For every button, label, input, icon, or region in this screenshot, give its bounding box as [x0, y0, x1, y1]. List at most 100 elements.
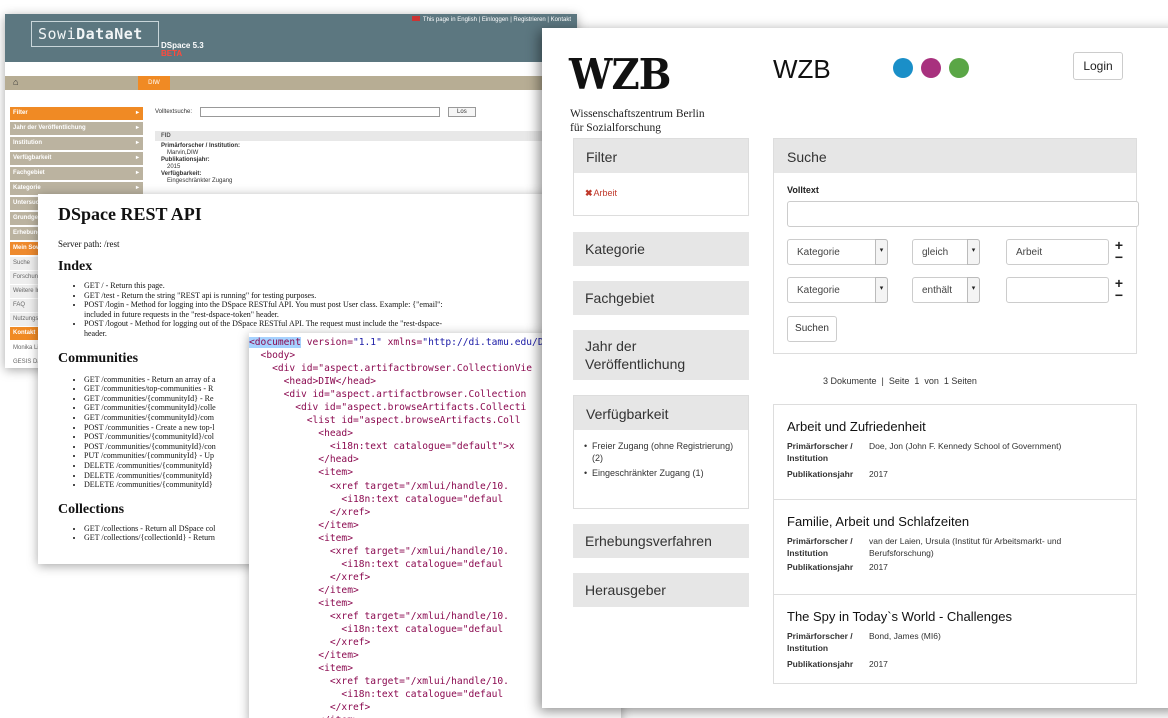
- wzb-logo[interactable]: WZB: [569, 50, 671, 99]
- result-value: 2017: [869, 562, 888, 572]
- remove-filter-icon[interactable]: ✖: [585, 188, 593, 198]
- sowi-beta-label: BETA: [161, 49, 183, 58]
- list-item: GET /test - Return the string "REST api …: [84, 291, 618, 301]
- remove-row-icon[interactable]: −: [1114, 250, 1124, 264]
- facet-herausgeber[interactable]: Herausgeber: [573, 573, 749, 607]
- login-button[interactable]: Login: [1073, 52, 1123, 80]
- rest-server-path: Server path: /rest: [58, 239, 120, 249]
- availability-list: Freier Zugang (ohne Registrierung) (2) E…: [574, 430, 748, 479]
- operator-select[interactable]: gleich ▾: [912, 239, 980, 265]
- sowi-sidebar-item[interactable]: Jahr der Veröffentlichung: [10, 122, 143, 135]
- results-list: Arbeit und Zufriedenheit Primärforscher …: [773, 404, 1137, 684]
- meta-key: Verfügbarkeit:: [161, 171, 202, 177]
- sowi-logo-bold: DataNet: [76, 25, 143, 43]
- result-row: Primärforscher / Institution van der Laie…: [787, 535, 1123, 559]
- result-item[interactable]: Familie, Arbeit und Schlafzeiten Primärf…: [774, 500, 1136, 595]
- value-input[interactable]: [1006, 277, 1109, 303]
- facet-kategorie[interactable]: Kategorie: [573, 232, 749, 266]
- sowi-sidebar-item[interactable]: Fachgebiet: [10, 167, 143, 180]
- fid-header[interactable]: FID: [155, 131, 567, 141]
- sowi-top-links[interactable]: This page in English | Einloggen | Regis…: [411, 16, 571, 23]
- facet-jahr[interactable]: Jahr der Veröffentlichung: [573, 330, 749, 380]
- sowi-nav-bar: ⌂ DIW: [5, 76, 577, 90]
- purple-dot-icon: [921, 58, 941, 78]
- blue-dot-icon: [893, 58, 913, 78]
- result-value: Doe, Jon (John F. Kennedy School of Gove…: [869, 441, 1062, 451]
- availability-option[interactable]: Freier Zugang (ohne Registrierung) (2): [584, 440, 738, 464]
- volltext-input[interactable]: [787, 201, 1139, 227]
- facet-fachgebiet[interactable]: Fachgebiet: [573, 281, 749, 315]
- field-select[interactable]: Kategorie ▾: [787, 277, 888, 303]
- result-item[interactable]: Arbeit und Zufriedenheit Primärforscher …: [774, 405, 1136, 500]
- value-input[interactable]: Arbeit: [1006, 239, 1109, 265]
- volltextsuche-row: Volltextsuche: Los: [155, 107, 567, 117]
- sowi-logo-prefix: Sowi: [38, 25, 77, 43]
- result-item[interactable]: The Spy in Today`s World - Challenges Pr…: [774, 595, 1136, 690]
- volltextsuche-label: Volltextsuche:: [155, 109, 193, 115]
- sowi-sidebar-item[interactable]: Filter: [10, 107, 143, 120]
- volltext-label: Volltext: [787, 185, 819, 195]
- sowi-top-links-text[interactable]: This page in English | Einloggen | Regis…: [423, 17, 571, 23]
- xml-document-tag: <document: [249, 337, 301, 348]
- meta-value: Eingeschränkter Zugang: [167, 178, 233, 184]
- suchen-button[interactable]: Suchen: [787, 316, 837, 342]
- meta-value: Marvin,DIW: [167, 150, 199, 156]
- chevron-down-icon[interactable]: ▾: [967, 239, 980, 265]
- meta-key: Primärforscher / Institution:: [161, 143, 241, 149]
- result-key: Publikationsjahr: [787, 562, 854, 572]
- operator-select-value: gleich: [922, 246, 949, 258]
- sowi-main: Volltextsuche: Los FID Primärforscher / …: [155, 107, 567, 187]
- sowi-logo[interactable]: SowiDataNet: [31, 21, 159, 47]
- result-value: Bond, James (MI6): [869, 631, 941, 641]
- result-row: Primärforscher / Institution Bond, James …: [787, 630, 1123, 654]
- wzb-logo-sub-line: Wissenschaftszentrum Berlin: [570, 108, 705, 120]
- result-title[interactable]: Arbeit und Zufriedenheit: [787, 419, 1123, 434]
- search-heading: Suche: [774, 139, 1136, 173]
- rest-index-heading: Index: [58, 259, 93, 274]
- los-button[interactable]: Los: [448, 107, 476, 117]
- facet-verfuegbarkeit[interactable]: Verfügbarkeit: [574, 396, 748, 430]
- facet-erhebungsverfahren[interactable]: Erhebungsverfahren: [573, 524, 749, 558]
- result-key: Primärforscher / Institution: [787, 631, 853, 653]
- search-panel: Suche Volltext Kategorie ▾ gleich ▾ Arbeit…: [773, 138, 1139, 354]
- xml-attr: xmlns=: [381, 337, 423, 348]
- meta-key: Publikationsjahr:: [161, 157, 210, 163]
- field-select-value: Kategorie: [797, 284, 840, 296]
- sowi-sidebar-item[interactable]: Verfügbarkeit: [10, 152, 143, 165]
- result-row: Publikationsjahr 2017: [787, 561, 1123, 573]
- result-key: Primärforscher / Institution: [787, 536, 853, 558]
- home-icon[interactable]: ⌂: [13, 77, 18, 87]
- result-title[interactable]: Familie, Arbeit und Schlafzeiten: [787, 514, 1123, 529]
- result-key: Publikationsjahr: [787, 659, 854, 669]
- active-filter-label: Arbeit: [593, 188, 618, 198]
- field-select[interactable]: Kategorie ▾: [787, 239, 888, 265]
- result-row: Primärforscher / Institution Doe, Jon (Jo…: [787, 440, 1123, 464]
- availability-option[interactable]: Eingeschränkter Zugang (1): [584, 467, 738, 479]
- operator-select-value: enthält: [922, 284, 953, 296]
- volltextsuche-input[interactable]: [200, 107, 441, 117]
- green-dot-icon: [949, 58, 969, 78]
- operator-select[interactable]: enthält ▾: [912, 277, 980, 303]
- sowi-band: [5, 62, 577, 76]
- result-title[interactable]: The Spy in Today`s World - Challenges: [787, 609, 1123, 624]
- list-item: GET / - Return this page.: [84, 281, 618, 291]
- chevron-down-icon[interactable]: ▾: [875, 239, 888, 265]
- chevron-down-icon[interactable]: ▾: [967, 277, 980, 303]
- result-value: 2017: [869, 469, 888, 479]
- xml-line: </item>: [249, 714, 621, 718]
- filter-heading: Filter: [574, 139, 748, 173]
- xml-value: "1.1": [352, 337, 382, 348]
- wzb-window: WZB Wissenschaftszentrum Berlin für Sozia…: [542, 28, 1168, 708]
- remove-row-icon[interactable]: −: [1114, 288, 1124, 302]
- breadcrumb-diw[interactable]: DIW: [138, 76, 170, 90]
- verfuegbarkeit-panel: Verfügbarkeit Freier Zugang (ohne Regist…: [573, 395, 749, 509]
- rest-title: DSpace REST API: [58, 204, 202, 224]
- result-key: Primärforscher / Institution: [787, 441, 853, 463]
- chevron-down-icon[interactable]: ▾: [875, 277, 888, 303]
- active-filter-chip[interactable]: ✖Arbeit: [574, 173, 748, 214]
- result-value: van der Laien, Ursula (Institut für Arbe…: [869, 536, 1062, 558]
- field-select-value: Kategorie: [797, 246, 840, 258]
- sowi-sidebar-item[interactable]: Institution: [10, 137, 143, 150]
- result-count: 3 Dokumente | Seite 1 von 1 Seiten: [823, 376, 977, 386]
- meta-value: 2015: [167, 164, 181, 170]
